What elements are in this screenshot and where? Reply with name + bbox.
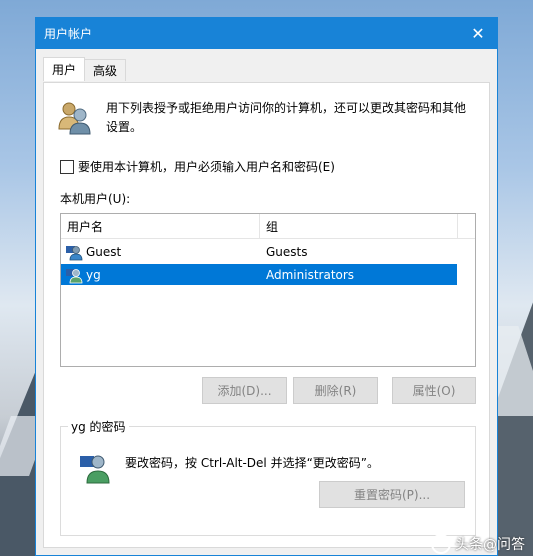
group-cell: Administrators <box>266 267 355 282</box>
password-group-legend: yg 的密码 <box>68 418 129 435</box>
close-button[interactable]: ✕ <box>459 18 497 49</box>
watermark-text: 头条@问答 <box>455 537 525 553</box>
group-cell: Guests <box>266 244 308 259</box>
column-header-username[interactable]: 用户名 <box>61 214 260 238</box>
info-row: 用下列表授予或拒绝用户访问你的计算机，还可以更改其密码和其他设置。 <box>56 99 476 137</box>
require-login-row[interactable]: 要使用本计算机，用户必须输入用户名和密码(E) <box>60 158 335 175</box>
add-user-button[interactable]: 添加(D)... <box>202 377 287 404</box>
username-cell: Guest <box>61 243 260 261</box>
column-header-group[interactable]: 组 <box>260 214 458 238</box>
require-login-checkbox[interactable] <box>60 159 74 174</box>
users-tab-panel: 用下列表授予或拒绝用户访问你的计算机，还可以更改其密码和其他设置。 要使用本计算… <box>43 82 490 548</box>
password-icon <box>79 452 111 484</box>
watermark: 头条@问答 <box>431 534 525 554</box>
table-row-selected[interactable]: yg Administrators <box>61 264 457 285</box>
local-users-list[interactable]: 用户名 组 Guest Guests yg Administrators <box>60 213 476 367</box>
username-text: Guest <box>86 244 122 259</box>
username-cell: yg <box>61 266 260 284</box>
password-instruction: 要改密码，按 Ctrl-Alt-Del 并选择“更改密码”。 <box>125 456 380 470</box>
table-row[interactable]: Guest Guests <box>61 241 475 262</box>
info-description: 用下列表授予或拒绝用户访问你的计算机，还可以更改其密码和其他设置。 <box>106 101 467 134</box>
username-text: yg <box>86 267 101 282</box>
user-icon <box>65 243 83 261</box>
watermark-logo-icon <box>431 534 451 554</box>
tab-users[interactable]: 用户 <box>43 57 86 81</box>
delete-user-button[interactable]: 删除(R) <box>293 377 378 404</box>
list-header: 用户名 组 <box>61 214 475 239</box>
reset-password-button[interactable]: 重置密码(P)... <box>319 481 465 508</box>
local-users-label: 本机用户(U): <box>60 192 131 206</box>
close-icon: ✕ <box>471 24 485 43</box>
tab-bar: 用户 高级 <box>43 57 127 82</box>
users-icon <box>56 99 92 135</box>
tab-advanced[interactable]: 高级 <box>84 59 127 81</box>
title-bar[interactable]: 用户帐户 ✕ <box>36 18 497 49</box>
properties-button[interactable]: 属性(O) <box>392 377 476 404</box>
user-icon <box>65 266 83 284</box>
password-groupbox: yg 的密码 要改密码，按 Ctrl-Alt-Del 并选择“更改密码”。 重置… <box>60 418 476 536</box>
window-title: 用户帐户 <box>44 27 93 41</box>
user-accounts-window: 用户帐户 ✕ 用户 高级 用下列表授予或拒绝用户访问你的计算机，还可以更改其密码… <box>35 17 498 556</box>
require-login-label[interactable]: 要使用本计算机，用户必须输入用户名和密码(E) <box>78 158 335 175</box>
